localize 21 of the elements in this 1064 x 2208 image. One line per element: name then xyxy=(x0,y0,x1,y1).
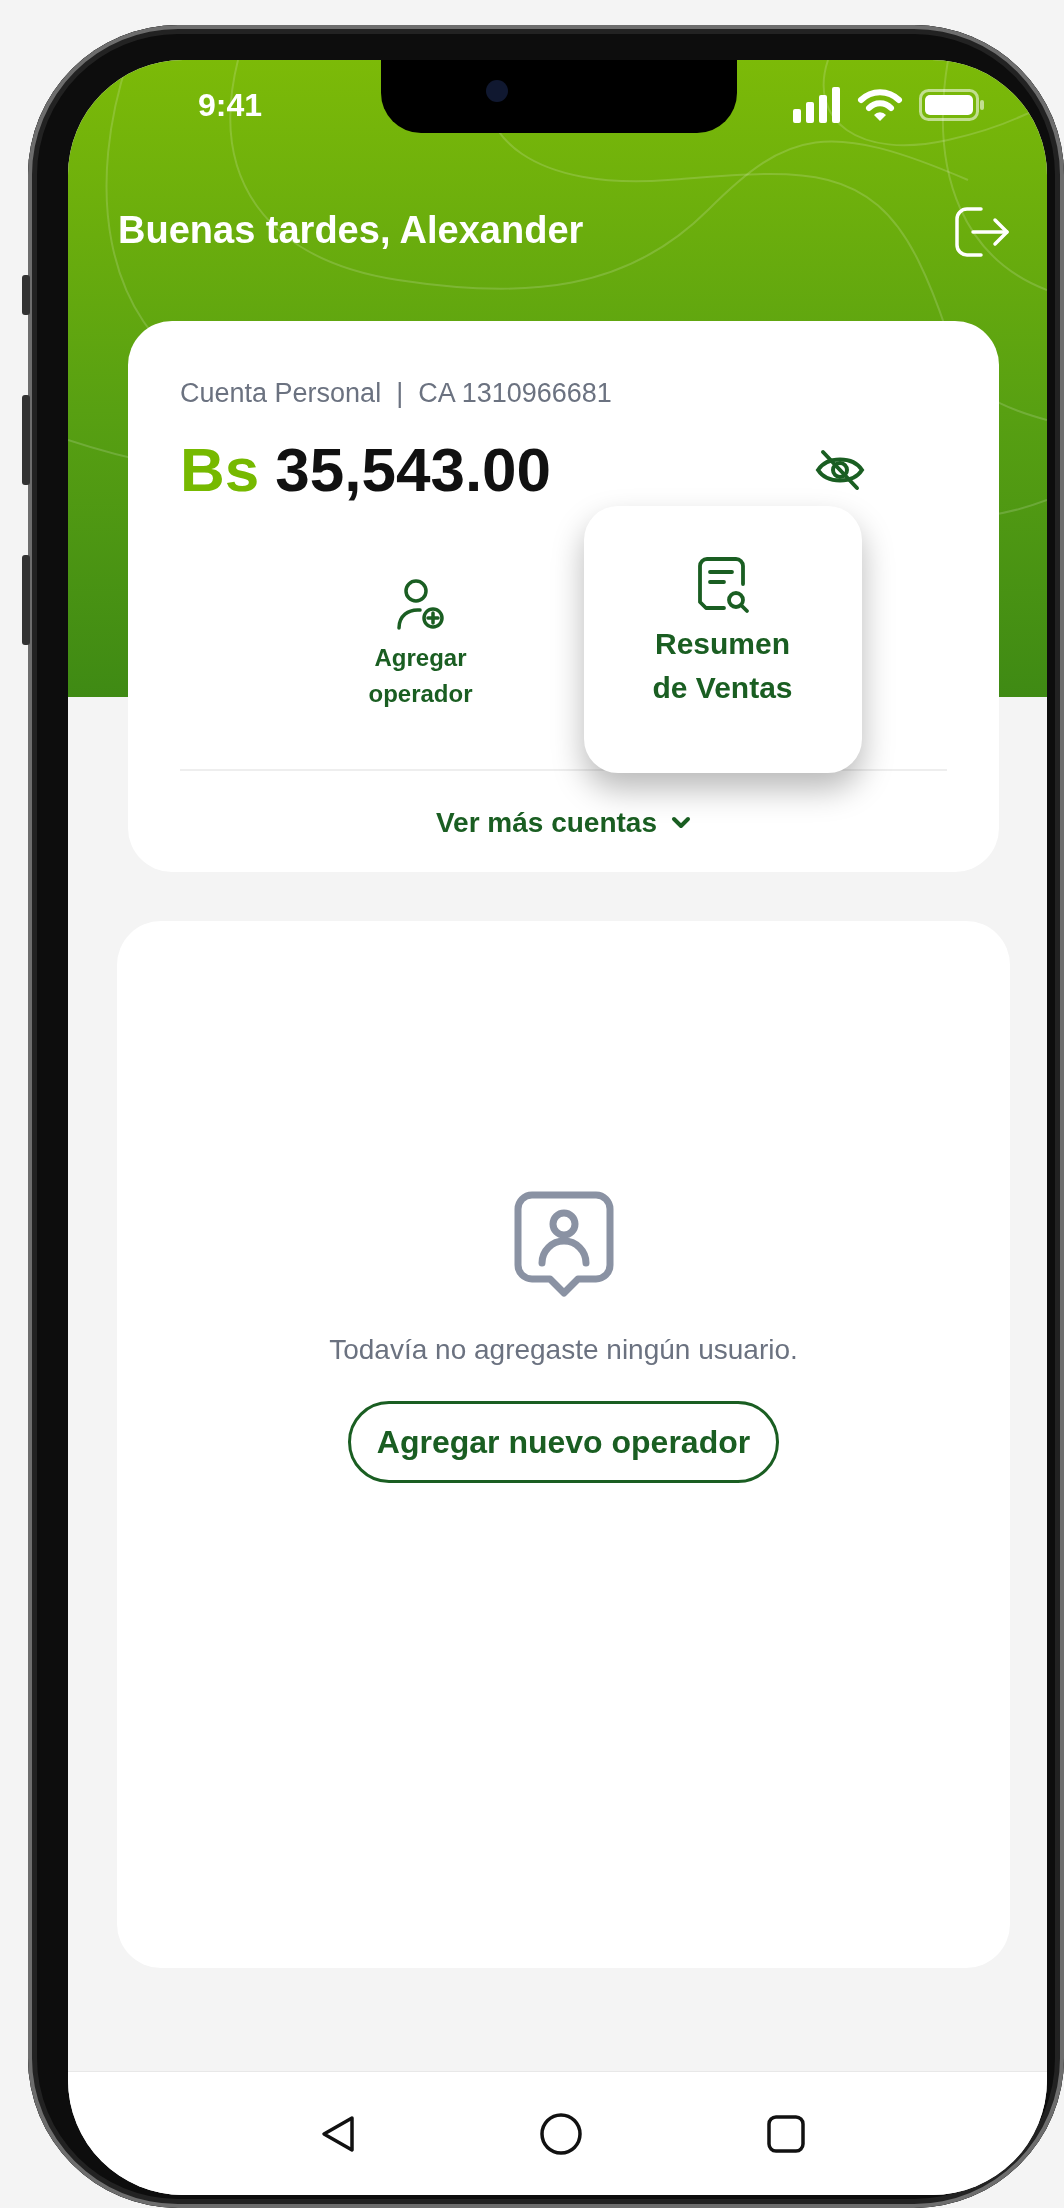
user-plus-icon xyxy=(395,578,446,632)
sales-summary-button[interactable]: Resumen de Ventas xyxy=(583,506,862,773)
recent-apps-icon[interactable] xyxy=(765,2113,806,2154)
add-operator-button[interactable]: Agregar operador xyxy=(335,506,506,712)
back-icon[interactable] xyxy=(319,2113,356,2154)
eye-slash-icon[interactable] xyxy=(815,448,865,492)
more-accounts-button[interactable]: Ver más cuentas xyxy=(436,805,691,841)
signal-icon xyxy=(793,87,841,123)
balance-amount: 35,543.00 xyxy=(275,435,552,504)
empty-state-message: Todavía no agregaste ningún usuario. xyxy=(329,1333,798,1367)
currency-symbol: Bs xyxy=(180,435,260,504)
add-operator-button[interactable]: Agregar nuevo operador xyxy=(347,1401,780,1483)
receipt-search-icon xyxy=(695,556,750,614)
account-info: Cuenta Personal | CA 1310966681 xyxy=(179,377,613,410)
wifi-icon xyxy=(857,88,903,122)
chevron-down-icon xyxy=(671,816,691,830)
home-icon[interactable] xyxy=(538,2111,583,2156)
status-time: 9:41 xyxy=(198,86,263,125)
camera-dot xyxy=(486,80,508,102)
greeting: Buenas tardes, Alexander xyxy=(118,208,584,253)
battery-icon xyxy=(919,89,985,121)
